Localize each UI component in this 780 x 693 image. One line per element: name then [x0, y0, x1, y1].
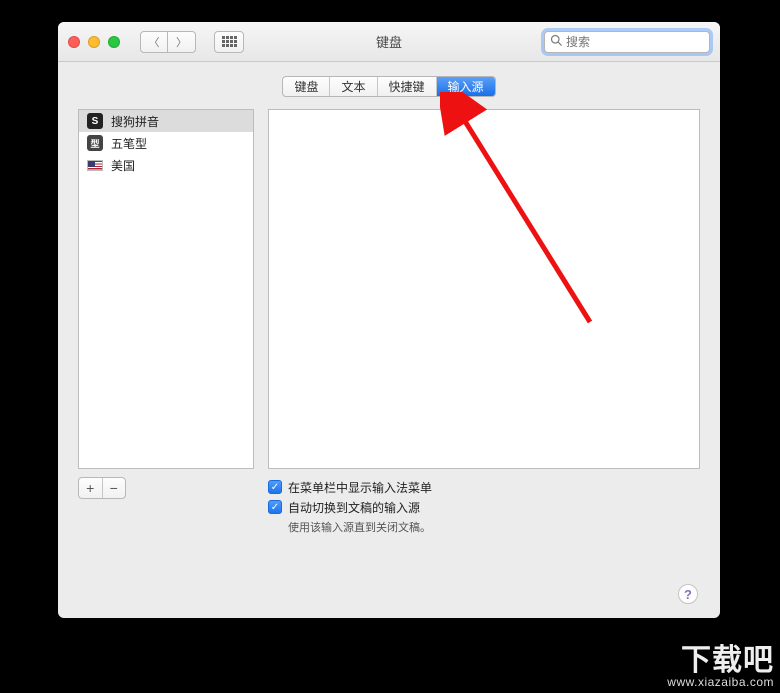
chevron-right-icon: 〉 [176, 34, 187, 50]
source-label: 五笔型 [111, 135, 147, 152]
window-body: 键盘 文本 快捷键 输入源 S 搜狗拼音 型 五笔型 美国 [58, 62, 720, 618]
checkbox-label: 在菜单栏中显示输入法菜单 [288, 479, 432, 496]
checkmark-icon: ✓ [268, 500, 282, 514]
remove-button[interactable]: − [103, 478, 126, 498]
watermark-brand: 下载吧 [667, 635, 774, 679]
all-prefs-button[interactable] [214, 31, 244, 53]
checkbox-show-menu-bar[interactable]: ✓ 在菜单栏中显示输入法菜单 [268, 477, 700, 497]
nav-back-forward: 〈 〉 [140, 31, 196, 53]
window-title: 键盘 [376, 32, 402, 51]
preferences-window: 〈 〉 键盘 ✕ 键盘 文本 快捷键 [58, 22, 720, 618]
source-label: 美国 [111, 157, 135, 174]
sogou-icon: S [87, 113, 103, 129]
checkbox-label: 自动切换到文稿的输入源 [288, 499, 420, 516]
checkmark-icon: ✓ [268, 480, 282, 494]
search-field[interactable]: ✕ [544, 31, 710, 53]
close-icon[interactable] [68, 36, 80, 48]
minus-icon: − [110, 480, 118, 496]
help-icon: ? [684, 587, 692, 602]
titlebar: 〈 〉 键盘 ✕ [58, 22, 720, 62]
maximize-icon[interactable] [108, 36, 120, 48]
source-row-sogou[interactable]: S 搜狗拼音 [79, 110, 253, 132]
grid-icon [222, 36, 237, 47]
add-remove-control: + − [78, 477, 126, 499]
source-label: 搜狗拼音 [111, 113, 159, 130]
us-flag-icon [87, 160, 103, 171]
search-icon [550, 34, 562, 49]
option-hint: 使用该输入源直到关闭文稿。 [288, 519, 700, 535]
search-input[interactable] [566, 35, 720, 49]
watermark: 下载吧 www.xiazaiba.com [667, 635, 774, 689]
tab-input-sources[interactable]: 输入源 [437, 77, 495, 96]
chevron-left-icon: 〈 [149, 34, 160, 50]
input-sources-list[interactable]: S 搜狗拼音 型 五笔型 美国 [78, 109, 254, 469]
source-row-wubi[interactable]: 型 五笔型 [79, 132, 253, 154]
bottom-area: + − ✓ 在菜单栏中显示输入法菜单 ✓ 自动切换到文稿的输入源 使用该输入源直… [78, 477, 700, 535]
tab-label: 快捷键 [389, 78, 425, 95]
detail-panel [268, 109, 700, 469]
help-button[interactable]: ? [678, 584, 698, 604]
tab-shortcuts[interactable]: 快捷键 [378, 77, 437, 96]
tab-keyboard[interactable]: 键盘 [283, 77, 330, 96]
wubi-icon: 型 [87, 135, 103, 151]
add-button[interactable]: + [79, 478, 103, 498]
checkbox-auto-switch[interactable]: ✓ 自动切换到文稿的输入源 [268, 497, 700, 517]
tab-text[interactable]: 文本 [330, 77, 377, 96]
tab-label: 文本 [341, 78, 365, 95]
tab-label: 键盘 [294, 78, 318, 95]
plus-icon: + [86, 480, 94, 496]
watermark-url: www.xiazaiba.com [667, 675, 774, 689]
back-button[interactable]: 〈 [140, 31, 168, 53]
minimize-icon[interactable] [88, 36, 100, 48]
content-area: S 搜狗拼音 型 五笔型 美国 [78, 109, 700, 469]
window-controls [68, 36, 120, 48]
forward-button[interactable]: 〉 [168, 31, 196, 53]
tab-label: 输入源 [448, 78, 484, 95]
tab-bar: 键盘 文本 快捷键 输入源 [78, 76, 700, 97]
options-area: ✓ 在菜单栏中显示输入法菜单 ✓ 自动切换到文稿的输入源 使用该输入源直到关闭文… [268, 477, 700, 535]
source-row-us[interactable]: 美国 [79, 154, 253, 176]
